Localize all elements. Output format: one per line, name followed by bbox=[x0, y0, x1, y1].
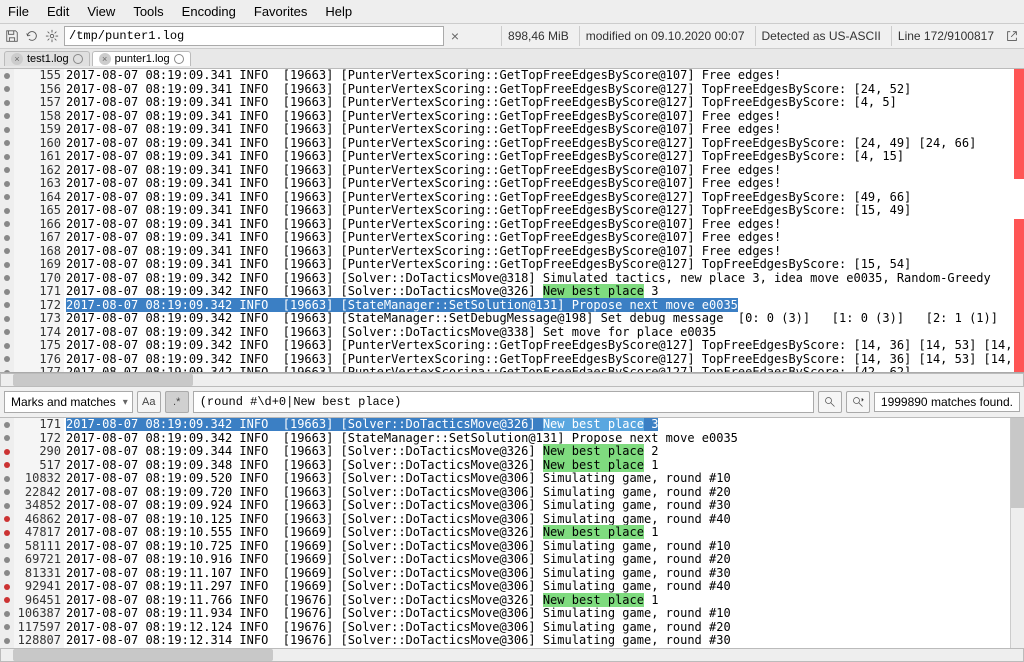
log-line[interactable]: 2017-08-07 08:19:09.341 INFO [19663] [Pu… bbox=[64, 69, 1014, 83]
tab-indicator-icon bbox=[174, 54, 184, 64]
search-button[interactable] bbox=[818, 391, 842, 413]
log-line[interactable]: 2017-08-07 08:19:09.341 INFO [19663] [Pu… bbox=[64, 110, 1014, 124]
menu-view[interactable]: View bbox=[87, 4, 115, 19]
toolbar: × 898,46 MiB modified on 09.10.2020 00:0… bbox=[0, 24, 1024, 49]
search-input[interactable] bbox=[193, 391, 814, 413]
tab-label: punter1.log bbox=[115, 53, 170, 65]
result-line[interactable]: 2017-08-07 08:19:10.725 INFO [19669] [So… bbox=[64, 540, 1010, 554]
result-line[interactable]: 2017-08-07 08:19:11.297 INFO [19669] [So… bbox=[64, 580, 1010, 594]
results-h-scrollbar[interactable] bbox=[0, 648, 1024, 662]
menu-tools[interactable]: Tools bbox=[133, 4, 163, 19]
refresh-icon[interactable] bbox=[24, 28, 40, 44]
match-count: 1999890 matches found. bbox=[874, 392, 1020, 412]
menu-encoding[interactable]: Encoding bbox=[182, 4, 236, 19]
status-encoding: Detected as US-ASCII bbox=[755, 26, 887, 46]
editor-pane[interactable]: 1551561571581591601611621631641651661671… bbox=[0, 69, 1024, 373]
tab-test1.log[interactable]: × test1.log bbox=[4, 51, 90, 66]
result-line[interactable]: 2017-08-07 08:19:12.314 INFO [19676] [So… bbox=[64, 634, 1010, 648]
log-line[interactable]: 2017-08-07 08:19:09.342 INFO [19663] [Pu… bbox=[64, 366, 1014, 372]
result-line[interactable]: 2017-08-07 08:19:09.342 INFO [19663] [St… bbox=[64, 432, 1010, 446]
save-icon[interactable] bbox=[4, 28, 20, 44]
result-line[interactable]: 2017-08-07 08:19:11.934 INFO [19676] [So… bbox=[64, 607, 1010, 621]
log-line[interactable]: 2017-08-07 08:19:09.341 INFO [19663] [Pu… bbox=[64, 191, 1014, 205]
regex-button[interactable]: .* bbox=[165, 391, 189, 413]
result-line[interactable]: 2017-08-07 08:19:09.520 INFO [19663] [So… bbox=[64, 472, 1010, 486]
settings-icon[interactable] bbox=[44, 28, 60, 44]
status-modified: modified on 09.10.2020 00:07 bbox=[579, 26, 751, 46]
menu-help[interactable]: Help bbox=[325, 4, 352, 19]
log-line[interactable]: 2017-08-07 08:19:09.341 INFO [19663] [Pu… bbox=[64, 137, 1014, 151]
log-line[interactable]: 2017-08-07 08:19:09.341 INFO [19663] [Pu… bbox=[64, 177, 1014, 191]
log-line[interactable]: 2017-08-07 08:19:09.342 INFO [19663] [Pu… bbox=[64, 339, 1014, 353]
log-line[interactable]: 2017-08-07 08:19:09.342 INFO [19663] [St… bbox=[64, 312, 1014, 326]
menubar: File Edit View Tools Encoding Favorites Help bbox=[0, 0, 1024, 24]
log-line[interactable]: 2017-08-07 08:19:09.341 INFO [19663] [Pu… bbox=[64, 204, 1014, 218]
result-line[interactable]: 2017-08-07 08:19:10.916 INFO [19669] [So… bbox=[64, 553, 1010, 567]
log-line[interactable]: 2017-08-07 08:19:09.342 INFO [19663] [So… bbox=[64, 285, 1014, 299]
overview-ruler[interactable] bbox=[1014, 69, 1024, 372]
close-icon[interactable]: × bbox=[11, 53, 23, 65]
log-line[interactable]: 2017-08-07 08:19:09.341 INFO [19663] [Pu… bbox=[64, 83, 1014, 97]
results-pane[interactable]: 1711722905171083222842348524686247817581… bbox=[0, 418, 1024, 648]
external-link-icon[interactable] bbox=[1004, 28, 1020, 44]
log-line[interactable]: 2017-08-07 08:19:09.341 INFO [19663] [Pu… bbox=[64, 164, 1014, 178]
log-line[interactable]: 2017-08-07 08:19:09.341 INFO [19663] [Pu… bbox=[64, 96, 1014, 110]
case-sensitive-button[interactable]: Aa bbox=[137, 391, 161, 413]
tab-punter1.log[interactable]: × punter1.log bbox=[92, 51, 191, 66]
horizontal-scrollbar[interactable] bbox=[0, 373, 1024, 387]
result-line[interactable]: 2017-08-07 08:19:09.924 INFO [19663] [So… bbox=[64, 499, 1010, 513]
log-line[interactable]: 2017-08-07 08:19:09.341 INFO [19663] [Pu… bbox=[64, 245, 1014, 259]
tab-bar: × test1.log × punter1.log bbox=[0, 49, 1024, 69]
clear-path-icon[interactable]: × bbox=[448, 28, 462, 44]
menu-favorites[interactable]: Favorites bbox=[254, 4, 307, 19]
log-line[interactable]: 2017-08-07 08:19:09.341 INFO [19663] [Pu… bbox=[64, 150, 1014, 164]
result-line[interactable]: 2017-08-07 08:19:10.555 INFO [19669] [So… bbox=[64, 526, 1010, 540]
result-line[interactable]: 2017-08-07 08:19:09.720 INFO [19663] [So… bbox=[64, 486, 1010, 500]
result-line[interactable]: 2017-08-07 08:19:11.107 INFO [19669] [So… bbox=[64, 567, 1010, 581]
result-line[interactable]: 2017-08-07 08:19:09.348 INFO [19663] [So… bbox=[64, 459, 1010, 473]
log-line[interactable]: 2017-08-07 08:19:09.341 INFO [19663] [Pu… bbox=[64, 258, 1014, 272]
result-line[interactable]: 2017-08-07 08:19:11.766 INFO [19676] [So… bbox=[64, 594, 1010, 608]
menu-file[interactable]: File bbox=[8, 4, 29, 19]
search-mode-select[interactable]: Marks and matches bbox=[4, 391, 133, 413]
close-icon[interactable]: × bbox=[99, 53, 111, 65]
result-line[interactable]: 2017-08-07 08:19:10.125 INFO [19663] [So… bbox=[64, 513, 1010, 527]
status-position: Line 172/9100817 bbox=[891, 26, 1000, 46]
status-size: 898,46 MiB bbox=[501, 26, 575, 46]
tab-indicator-icon bbox=[73, 54, 83, 64]
log-line[interactable]: 2017-08-07 08:19:09.341 INFO [19663] [Pu… bbox=[64, 231, 1014, 245]
tab-label: test1.log bbox=[27, 53, 69, 65]
log-line[interactable]: 2017-08-07 08:19:09.342 INFO [19663] [So… bbox=[64, 272, 1014, 286]
file-path-input[interactable] bbox=[64, 26, 444, 46]
results-scrollbar[interactable] bbox=[1010, 418, 1024, 648]
result-line[interactable]: 2017-08-07 08:19:09.342 INFO [19663] [So… bbox=[64, 418, 1010, 432]
menu-edit[interactable]: Edit bbox=[47, 4, 69, 19]
result-line[interactable]: 2017-08-07 08:19:09.344 INFO [19663] [So… bbox=[64, 445, 1010, 459]
result-line[interactable]: 2017-08-07 08:19:12.124 INFO [19676] [So… bbox=[64, 621, 1010, 635]
log-line[interactable]: 2017-08-07 08:19:09.341 INFO [19663] [Pu… bbox=[64, 218, 1014, 232]
search-next-button[interactable] bbox=[846, 391, 870, 413]
log-line[interactable]: 2017-08-07 08:19:09.341 INFO [19663] [Pu… bbox=[64, 123, 1014, 137]
log-line[interactable]: 2017-08-07 08:19:09.342 INFO [19663] [So… bbox=[64, 326, 1014, 340]
find-bar: Marks and matches Aa .* 1999890 matches … bbox=[0, 387, 1024, 418]
log-line[interactable]: 2017-08-07 08:19:09.342 INFO [19663] [Pu… bbox=[64, 353, 1014, 367]
log-line[interactable]: 2017-08-07 08:19:09.342 INFO [19663] [St… bbox=[64, 299, 1014, 313]
